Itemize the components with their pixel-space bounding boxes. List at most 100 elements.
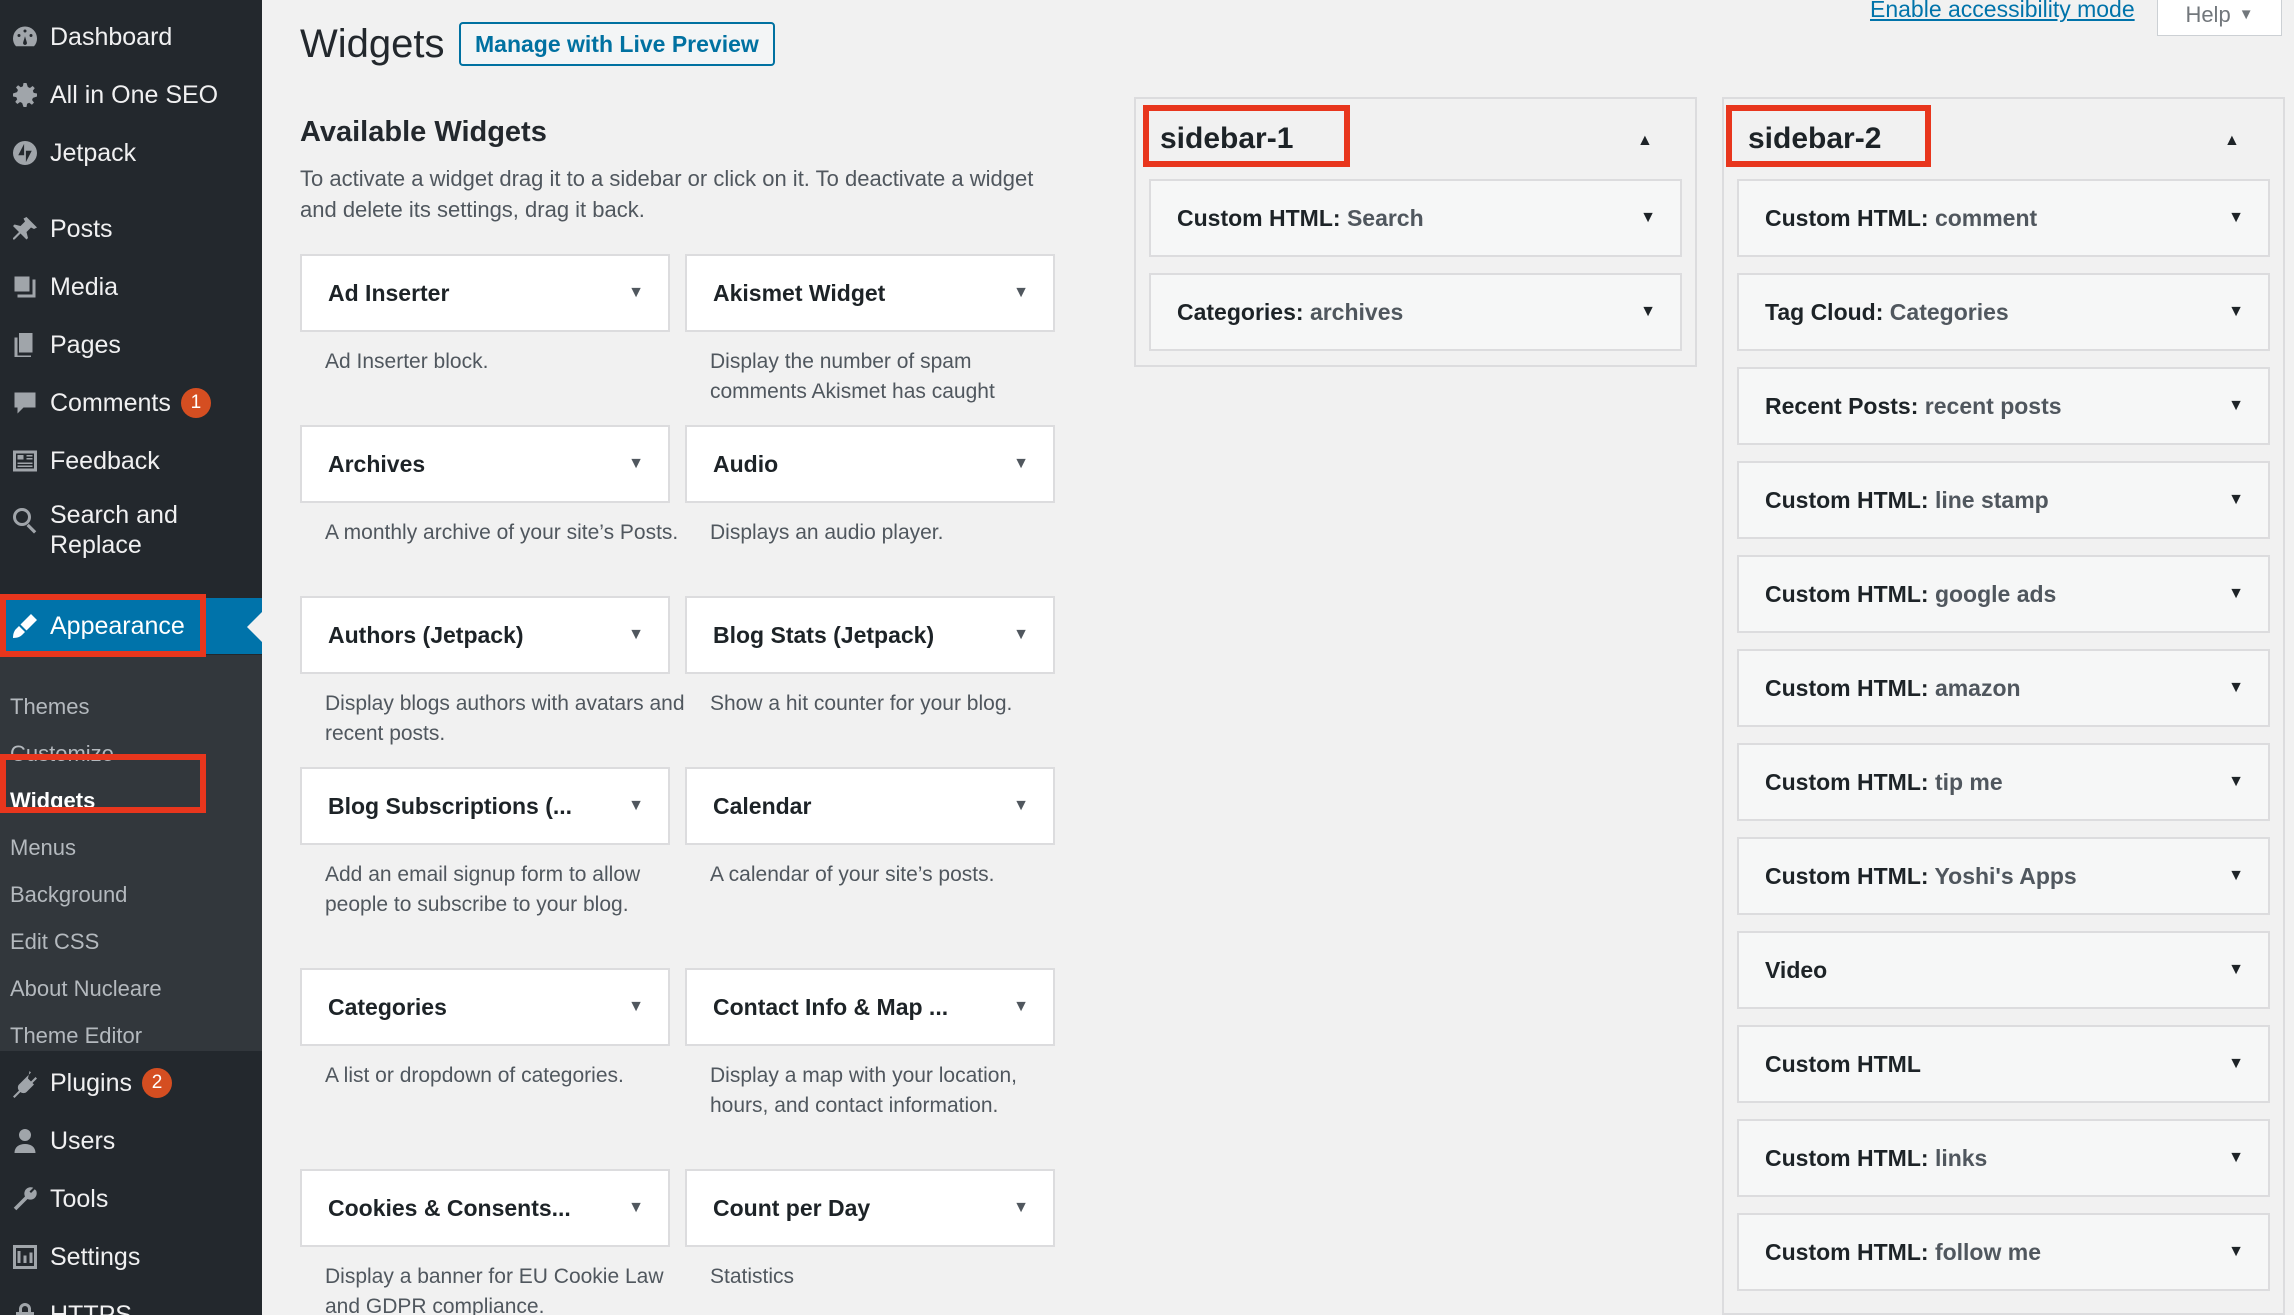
submenu-customize[interactable]: Customize	[10, 734, 114, 774]
chevron-down-icon[interactable]: ▼	[2228, 867, 2244, 885]
menu-appearance[interactable]: Appearance	[0, 598, 262, 654]
menu-media[interactable]: Media	[0, 262, 262, 312]
widget-type: Custom HTML	[1177, 204, 1333, 231]
chevron-down-icon[interactable]: ▼	[2228, 961, 2244, 979]
settings-icon	[0, 1232, 50, 1282]
sidebar-2-widget[interactable]: Tag Cloud: Categories ▼	[1737, 273, 2270, 351]
chevron-down-icon[interactable]: ▼	[1640, 303, 1656, 321]
sidebar-2-widget[interactable]: Custom HTML: follow me ▼	[1737, 1213, 2270, 1291]
widget-authors[interactable]: Authors (Jetpack) ▼	[300, 596, 670, 674]
chevron-down-icon[interactable]: ▼	[1013, 626, 1029, 644]
chevron-down-icon[interactable]: ▼	[1013, 797, 1029, 815]
live-preview-button[interactable]: Manage with Live Preview	[459, 22, 775, 66]
sidebar-2-widget[interactable]: Custom HTML: Yoshi's Apps ▼	[1737, 837, 2270, 915]
sidebar-2-widget[interactable]: Custom HTML: comment ▼	[1737, 179, 2270, 257]
menu-jetpack[interactable]: Jetpack	[0, 128, 262, 178]
widget-ad-inserter[interactable]: Ad Inserter ▼	[300, 254, 670, 332]
chevron-down-icon[interactable]: ▼	[1013, 1199, 1029, 1217]
menu-comments[interactable]: Comments 1	[0, 378, 262, 428]
menu-settings[interactable]: Settings	[0, 1232, 262, 1282]
menu-pages[interactable]: Pages	[0, 320, 262, 370]
widget-title: Blog Stats (Jetpack)	[713, 621, 935, 648]
submenu-edit-css[interactable]: Edit CSS	[10, 922, 99, 962]
chevron-down-icon[interactable]: ▼	[2228, 491, 2244, 509]
widget-count-per-day[interactable]: Count per Day ▼	[685, 1169, 1055, 1247]
menu-dashboard[interactable]: Dashboard	[0, 12, 262, 62]
widget-akismet[interactable]: Akismet Widget ▼	[685, 254, 1055, 332]
help-label: Help	[2185, 1, 2231, 27]
sidebar-1-widget[interactable]: Custom HTML: Search ▼	[1149, 179, 1682, 257]
chevron-down-icon[interactable]: ▼	[2228, 397, 2244, 415]
widget-type: Recent Posts	[1765, 392, 1911, 419]
chevron-down-icon[interactable]: ▼	[628, 1199, 644, 1217]
chevron-down-icon[interactable]: ▼	[628, 797, 644, 815]
menu-users[interactable]: Users	[0, 1116, 262, 1166]
sidebar-2-widget[interactable]: Custom HTML: links ▼	[1737, 1119, 2270, 1197]
chevron-down-icon[interactable]: ▼	[2228, 303, 2244, 321]
help-tab[interactable]: Help ▼	[2157, 0, 2282, 36]
chevron-down-icon[interactable]: ▼	[628, 284, 644, 302]
menu-plugins[interactable]: Plugins 2	[0, 1058, 262, 1108]
chevron-down-icon[interactable]: ▼	[1013, 455, 1029, 473]
chevron-down-icon[interactable]: ▼	[1013, 284, 1029, 302]
sidebar-2-widget[interactable]: Custom HTML ▼	[1737, 1025, 2270, 1103]
comments-count-badge: 1	[180, 388, 211, 418]
menu-label: Pages	[50, 331, 121, 359]
accessibility-mode-link[interactable]: Enable accessibility mode	[1870, 0, 2135, 23]
sidebar-2-widget[interactable]: Custom HTML: amazon ▼	[1737, 649, 2270, 727]
chevron-down-icon[interactable]: ▼	[2228, 679, 2244, 697]
admin-sidebar: Dashboard All in One SEO Jetpack Posts M…	[0, 0, 262, 1315]
widget-blog-subscriptions[interactable]: Blog Subscriptions (... ▼	[300, 767, 670, 845]
chevron-down-icon[interactable]: ▼	[628, 998, 644, 1016]
widget-calendar[interactable]: Calendar ▼	[685, 767, 1055, 845]
widget-description: Display a map with your loca­tion, hours…	[710, 1064, 1017, 1117]
collapse-arrow-icon[interactable]: ▲	[1637, 132, 1653, 150]
sidebar-1-title[interactable]: sidebar-1	[1160, 122, 1293, 156]
sidebar-2-title[interactable]: sidebar-2	[1748, 122, 1881, 156]
sidebar-2-widget[interactable]: Custom HTML: tip me ▼	[1737, 743, 2270, 821]
gear-icon	[0, 70, 50, 120]
menu-feedback[interactable]: Feedback	[0, 436, 262, 486]
widget-title: Cookies & Consents...	[328, 1194, 571, 1221]
sidebar-2-widget[interactable]: Recent Posts: recent posts ▼	[1737, 367, 2270, 445]
widget-blog-stats[interactable]: Blog Stats (Jetpack) ▼	[685, 596, 1055, 674]
sidebar-1-widget[interactable]: Categories: archives ▼	[1149, 273, 1682, 351]
widget-description: Display a banner for EU Cookie Law and G…	[325, 1265, 664, 1315]
sidebar-2-widget[interactable]: Video ▼	[1737, 931, 2270, 1009]
submenu-menus[interactable]: Menus	[10, 828, 76, 868]
menu-tools[interactable]: Tools	[0, 1174, 262, 1224]
chevron-down-icon[interactable]: ▼	[2228, 1243, 2244, 1261]
menu-posts[interactable]: Posts	[0, 204, 262, 254]
submenu-theme-editor[interactable]: Theme Editor	[10, 1016, 142, 1056]
widget-name: google ads	[1934, 580, 2057, 607]
widget-description: Displays an audio player.	[710, 521, 944, 544]
chevron-down-icon[interactable]: ▼	[628, 626, 644, 644]
submenu-widgets[interactable]: Widgets	[10, 781, 95, 821]
widget-archives[interactable]: Archives ▼	[300, 425, 670, 503]
chevron-down-icon[interactable]: ▼	[1013, 998, 1029, 1016]
widget-title: Categories	[328, 993, 447, 1020]
widget-title: Blog Subscriptions (...	[328, 792, 573, 819]
widget-categories[interactable]: Categories ▼	[300, 968, 670, 1046]
menu-all-in-one-seo[interactable]: All in One SEO	[0, 70, 262, 120]
widget-cookies-consents[interactable]: Cookies & Consents... ▼	[300, 1169, 670, 1247]
sidebar-2-widget[interactable]: Custom HTML: line stamp ▼	[1737, 461, 2270, 539]
submenu-background[interactable]: Background	[10, 875, 127, 915]
chevron-down-icon[interactable]: ▼	[2228, 585, 2244, 603]
menu-https[interactable]: HTTPS	[0, 1290, 262, 1315]
widget-contact-info[interactable]: Contact Info & Map ... ▼	[685, 968, 1055, 1046]
chevron-down-icon[interactable]: ▼	[2228, 209, 2244, 227]
submenu-themes[interactable]: Themes	[10, 687, 89, 727]
sidebar-2-widget[interactable]: Custom HTML: google ads ▼	[1737, 555, 2270, 633]
chevron-down-icon[interactable]: ▼	[1640, 209, 1656, 227]
chevron-down-icon[interactable]: ▼	[2228, 773, 2244, 791]
collapse-arrow-icon[interactable]: ▲	[2224, 132, 2240, 150]
chevron-down-icon[interactable]: ▼	[628, 455, 644, 473]
widget-name: tip me	[1934, 768, 2003, 795]
chevron-down-icon[interactable]: ▼	[2228, 1055, 2244, 1073]
chevron-down-icon[interactable]: ▼	[2228, 1149, 2244, 1167]
widget-audio[interactable]: Audio ▼	[685, 425, 1055, 503]
widget-type: Custom HTML	[1765, 768, 1921, 795]
menu-search-replace[interactable]: Search and Replace	[0, 500, 262, 570]
submenu-about-nucleare[interactable]: About Nucleare	[10, 969, 162, 1009]
